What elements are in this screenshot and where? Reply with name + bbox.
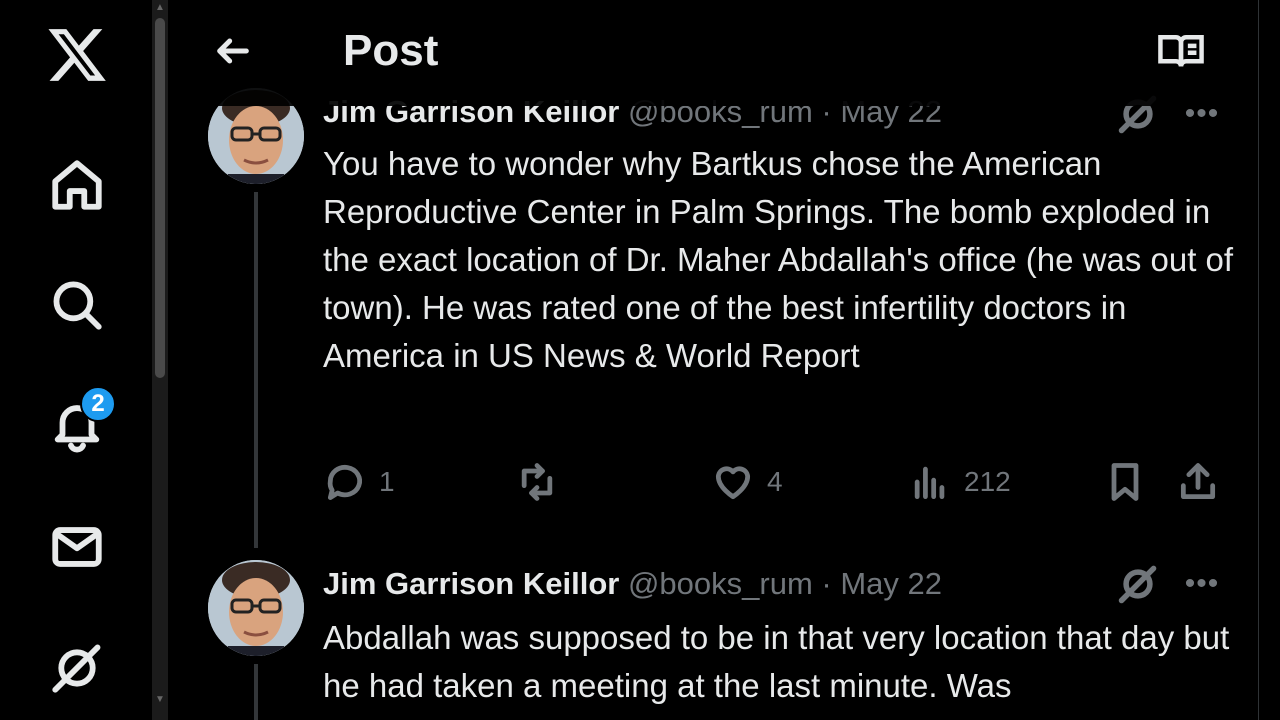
post-detail-column: Jim Garrison Keillor @books_rum · May 22… <box>168 0 1258 720</box>
back-button[interactable] <box>206 24 260 78</box>
thread-connector-line <box>254 664 258 720</box>
sidebar-item-explore[interactable] <box>37 265 117 345</box>
separator-dot: · <box>821 566 832 601</box>
post-date[interactable]: May 22 <box>840 566 942 601</box>
view-count: 212 <box>964 466 1011 497</box>
right-gutter <box>1258 0 1280 720</box>
heart-icon <box>715 466 751 500</box>
scroll-down-arrow[interactable]: ▼ <box>154 694 166 706</box>
post-text: You have to wonder why Bartkus chose the… <box>323 145 1234 374</box>
bookmark-button[interactable] <box>1103 457 1147 507</box>
grok-icon <box>1118 565 1157 604</box>
reply-icon <box>327 465 363 500</box>
post-text: Abdallah was supposed to be in that very… <box>323 619 1230 704</box>
repost-icon <box>521 463 553 501</box>
grok-explain-button[interactable] <box>1116 562 1160 606</box>
share-button[interactable] <box>1176 457 1220 507</box>
avatar-image <box>208 560 304 656</box>
sidebar-item-home[interactable] <box>37 145 117 225</box>
sidebar-item-grok[interactable] <box>37 628 117 708</box>
scrollbar-thumb[interactable] <box>155 18 165 378</box>
arrow-left-icon <box>217 38 249 64</box>
x-logo-button[interactable] <box>37 15 117 95</box>
sidebar-scrollbar[interactable]: ▲ ▼ <box>152 0 168 720</box>
page-header: Post <box>168 0 1258 106</box>
more-options-icon[interactable]: ••• <box>1180 562 1224 606</box>
views-button[interactable]: 212 <box>908 457 1011 507</box>
mail-icon <box>52 527 102 567</box>
share-icon <box>1180 463 1216 500</box>
thread-connector-line <box>254 192 258 548</box>
like-count: 4 <box>767 466 783 497</box>
post-header: Jim Garrison Keillor @books_rum · May 22 <box>323 564 942 604</box>
search-icon <box>53 281 102 330</box>
book-open-icon <box>1158 35 1204 67</box>
like-button[interactable]: 4 <box>711 457 783 507</box>
views-icon <box>914 466 945 500</box>
bookmark-icon <box>1111 463 1139 501</box>
author-name[interactable]: Jim Garrison Keillor <box>323 566 619 601</box>
avatar[interactable] <box>208 560 304 656</box>
thread-post[interactable]: Jim Garrison Keillor @books_rum · May 22… <box>168 540 1258 720</box>
home-icon <box>52 160 102 210</box>
notifications-badge: 2 <box>80 386 116 422</box>
repost-button[interactable] <box>515 457 571 507</box>
post-actions: 1 4 212 <box>323 457 1228 507</box>
sidebar: 2 <box>0 0 152 720</box>
page-title: Post <box>343 26 439 75</box>
reply-count: 1 <box>379 466 395 497</box>
x-logo-icon <box>48 29 106 81</box>
reader-mode-button[interactable] <box>1153 26 1209 76</box>
author-handle[interactable]: @books_rum <box>628 566 813 601</box>
reply-button[interactable]: 1 <box>323 457 395 507</box>
grok-icon <box>52 644 101 693</box>
scroll-up-arrow[interactable]: ▲ <box>154 2 166 14</box>
sidebar-item-messages[interactable] <box>37 507 117 587</box>
